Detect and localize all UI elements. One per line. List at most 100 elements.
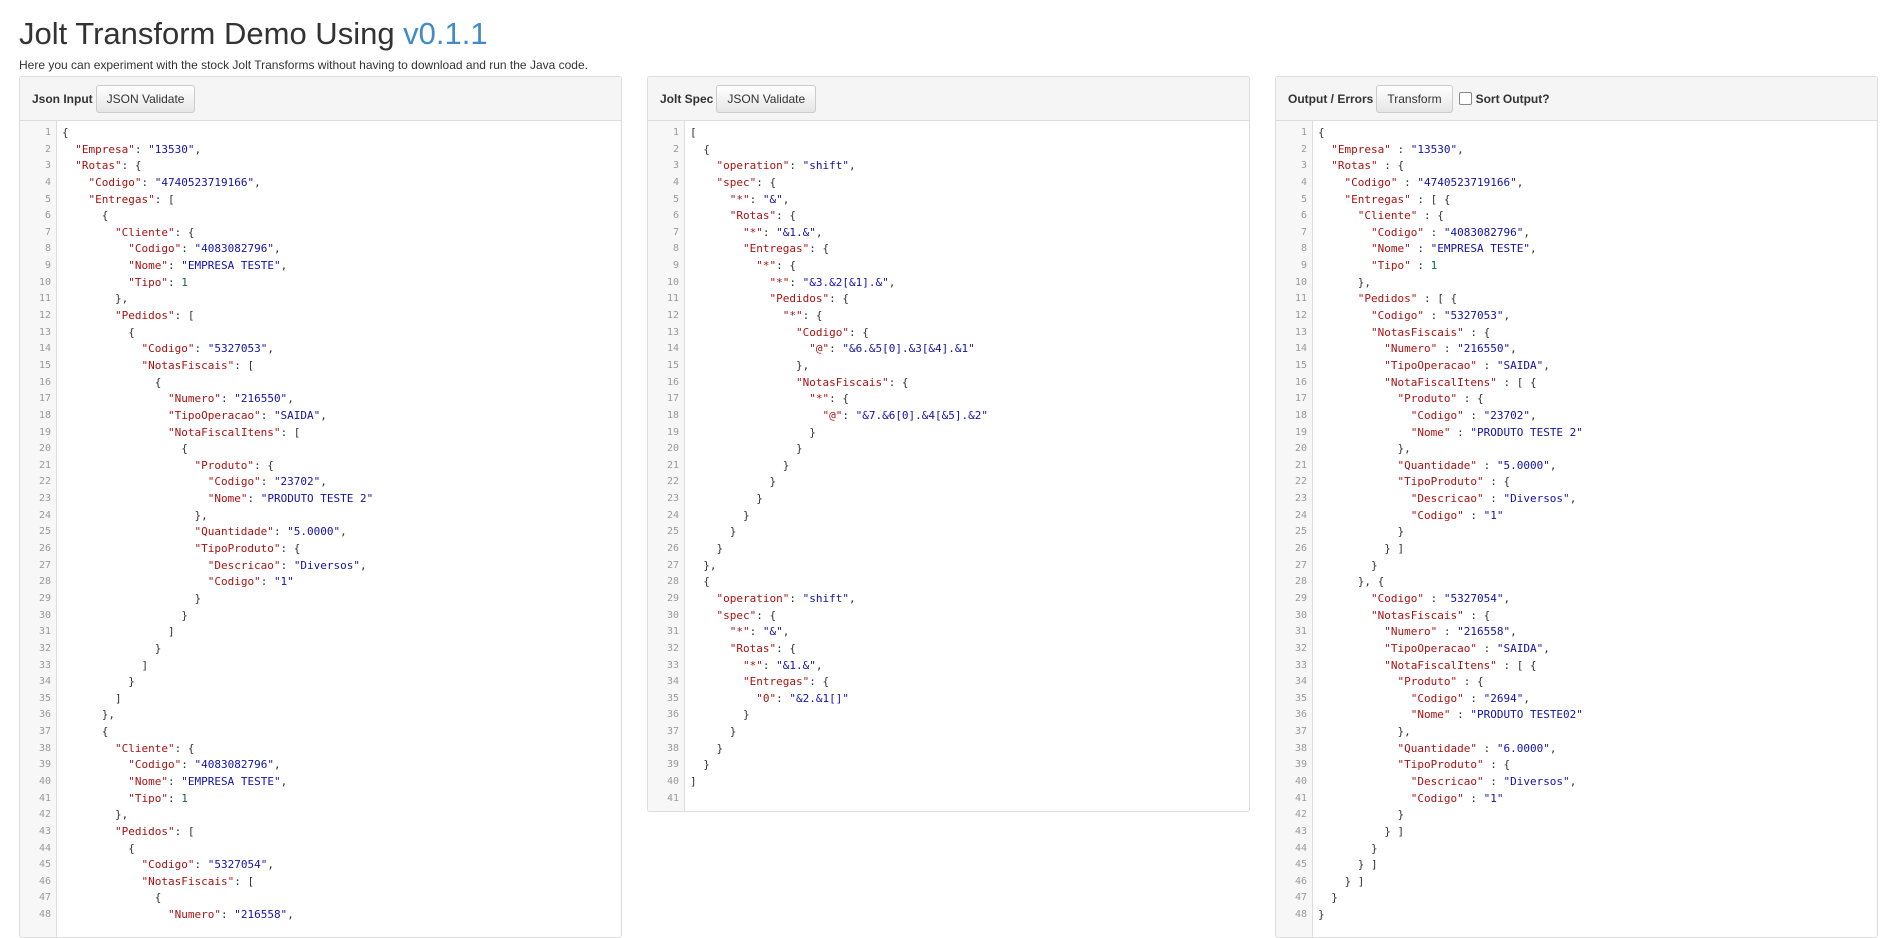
code-text[interactable]: "Cliente": { bbox=[62, 741, 194, 758]
code-text[interactable]: "operation": "shift", bbox=[690, 158, 856, 175]
sort-output-label[interactable]: Sort Output? bbox=[1476, 92, 1550, 106]
json-input-code-line[interactable]: 11 }, bbox=[20, 291, 621, 308]
code-text[interactable]: } bbox=[690, 474, 776, 491]
jolt-spec-code-line[interactable]: 39 } bbox=[648, 757, 1249, 774]
code-text[interactable]: }, bbox=[62, 508, 207, 525]
json-input-validate-button[interactable]: JSON Validate bbox=[95, 84, 196, 113]
output-code-line[interactable]: 23 "Descricao" : "Diversos", bbox=[1276, 491, 1877, 508]
code-text[interactable]: "Codigo": { bbox=[690, 325, 869, 342]
json-input-code-line[interactable]: 43 "Pedidos": [ bbox=[20, 824, 621, 841]
output-code-line[interactable]: 30 "NotasFiscais" : { bbox=[1276, 608, 1877, 625]
code-text[interactable]: "Empresa": "13530", bbox=[62, 142, 201, 159]
jolt-spec-code-line[interactable]: 27 }, bbox=[648, 558, 1249, 575]
code-text[interactable]: { bbox=[62, 325, 135, 342]
code-text[interactable]: { bbox=[690, 574, 710, 591]
code-text[interactable]: "Nome" : "PRODUTO TESTE 2" bbox=[1318, 425, 1583, 442]
json-input-code-line[interactable]: 3 "Rotas": { bbox=[20, 158, 621, 175]
jolt-spec-code-line[interactable]: 8 "Entregas": { bbox=[648, 241, 1249, 258]
json-input-code-line[interactable]: 30 } bbox=[20, 608, 621, 625]
code-text[interactable]: "TipoProduto": { bbox=[62, 541, 300, 558]
code-text[interactable]: "Produto": { bbox=[62, 458, 273, 475]
code-text[interactable]: "Quantidade" : "6.0000", bbox=[1318, 741, 1556, 758]
code-text[interactable]: } bbox=[1318, 841, 1378, 858]
code-text[interactable]: "Rotas": { bbox=[690, 208, 796, 225]
code-text[interactable]: "spec": { bbox=[690, 608, 777, 625]
code-text[interactable]: "NotasFiscais": [ bbox=[62, 358, 254, 375]
json-input-code-line[interactable]: 32 } bbox=[20, 641, 621, 658]
output-code-line[interactable]: 40 "Descricao" : "Diversos", bbox=[1276, 774, 1877, 791]
jolt-spec-code-line[interactable]: 5 "*": "&", bbox=[648, 192, 1249, 209]
code-text[interactable]: "Nome": "PRODUTO TESTE 2" bbox=[62, 491, 374, 508]
code-text[interactable]: "Codigo": "1" bbox=[62, 574, 294, 591]
code-text[interactable]: { bbox=[62, 441, 188, 458]
output-code-line[interactable]: 48} bbox=[1276, 907, 1877, 924]
output-code-line[interactable]: 36 "Nome" : "PRODUTO TESTE02" bbox=[1276, 707, 1877, 724]
code-text[interactable]: "Codigo" : "1" bbox=[1318, 791, 1504, 808]
json-input-code-line[interactable]: 26 "TipoProduto": { bbox=[20, 541, 621, 558]
code-text[interactable]: "Numero": "216550", bbox=[62, 391, 294, 408]
code-text[interactable]: "spec": { bbox=[690, 175, 777, 192]
json-input-code-line[interactable]: 6 { bbox=[20, 208, 621, 225]
code-text[interactable]: }, bbox=[1318, 724, 1410, 741]
code-text[interactable]: "Codigo": "5327054", bbox=[62, 857, 273, 874]
jolt-spec-code-line[interactable]: 10 "*": "&3.&2[&1].&", bbox=[648, 275, 1249, 292]
code-text[interactable]: ] bbox=[690, 774, 697, 791]
code-text[interactable]: "@": "&7.&6[0].&4[&5].&2" bbox=[690, 408, 988, 425]
code-text[interactable]: "*": { bbox=[690, 391, 849, 408]
output-code-line[interactable]: 28 }, { bbox=[1276, 574, 1877, 591]
code-text[interactable]: "Numero" : "216558", bbox=[1318, 624, 1516, 641]
code-text[interactable]: "Codigo": "5327053", bbox=[62, 341, 273, 358]
code-text[interactable]: } ] bbox=[1318, 857, 1378, 874]
code-text[interactable]: "Descricao": "Diversos", bbox=[62, 558, 367, 575]
jolt-spec-code-line[interactable]: 25 } bbox=[648, 524, 1249, 541]
code-text[interactable]: "Nome": "EMPRESA TESTE", bbox=[62, 774, 287, 791]
code-text[interactable]: } bbox=[690, 441, 803, 458]
jolt-spec-code-line[interactable]: 1[ bbox=[648, 125, 1249, 142]
code-text[interactable]: "Entregas": { bbox=[690, 674, 829, 691]
jolt-spec-code-line[interactable]: 19 } bbox=[648, 425, 1249, 442]
json-input-code-line[interactable]: 7 "Cliente": { bbox=[20, 225, 621, 242]
json-input-code-line[interactable]: 20 { bbox=[20, 441, 621, 458]
code-text[interactable]: "Entregas" : [ { bbox=[1318, 192, 1451, 209]
code-text[interactable]: "Descricao" : "Diversos", bbox=[1318, 774, 1577, 791]
json-input-code-line[interactable]: 27 "Descricao": "Diversos", bbox=[20, 558, 621, 575]
code-text[interactable]: } bbox=[690, 425, 816, 442]
code-text[interactable]: "Entregas": { bbox=[690, 241, 829, 258]
code-text[interactable]: { bbox=[62, 208, 109, 225]
json-input-code-line[interactable]: 35 ] bbox=[20, 691, 621, 708]
output-code-line[interactable]: 45 } ] bbox=[1276, 857, 1877, 874]
jolt-spec-code-line[interactable]: 36 } bbox=[648, 707, 1249, 724]
jolt-spec-code-line[interactable]: 22 } bbox=[648, 474, 1249, 491]
jolt-spec-code-line[interactable]: 35 "0": "&2.&1[]" bbox=[648, 691, 1249, 708]
code-text[interactable]: } bbox=[690, 741, 723, 758]
json-input-code-line[interactable]: 22 "Codigo": "23702", bbox=[20, 474, 621, 491]
jolt-spec-code-line[interactable]: 9 "*": { bbox=[648, 258, 1249, 275]
json-input-code-line[interactable]: 45 "Codigo": "5327054", bbox=[20, 857, 621, 874]
code-text[interactable]: "NotaFiscalItens" : [ { bbox=[1318, 375, 1536, 392]
code-text[interactable]: { bbox=[62, 724, 109, 741]
output-code-line[interactable]: 3 "Rotas" : { bbox=[1276, 158, 1877, 175]
code-text[interactable]: "Quantidade": "5.0000", bbox=[62, 524, 346, 541]
code-text[interactable]: } bbox=[690, 524, 737, 541]
jolt-spec-code-line[interactable]: 32 "Rotas": { bbox=[648, 641, 1249, 658]
sort-output-checkbox[interactable] bbox=[1458, 92, 1472, 105]
json-input-code-line[interactable]: 2 "Empresa": "13530", bbox=[20, 142, 621, 159]
output-code-line[interactable]: 39 "TipoProduto" : { bbox=[1276, 757, 1877, 774]
json-input-code-line[interactable]: 14 "Codigo": "5327053", bbox=[20, 341, 621, 358]
jolt-spec-code-line[interactable]: 21 } bbox=[648, 458, 1249, 475]
code-text[interactable]: "Codigo" : "4083082796", bbox=[1318, 225, 1530, 242]
code-text[interactable]: "NotasFiscais" : { bbox=[1318, 608, 1490, 625]
output-code-line[interactable]: 20 }, bbox=[1276, 441, 1877, 458]
json-input-code-line[interactable]: 47 { bbox=[20, 890, 621, 907]
jolt-spec-editor[interactable]: 1[2 {3 "operation": "shift", 4 "spec": {5… bbox=[648, 121, 1249, 811]
code-text[interactable]: { bbox=[690, 142, 710, 159]
json-input-code-line[interactable]: 4 "Codigo": "4740523719166", bbox=[20, 175, 621, 192]
jolt-spec-code-line[interactable]: 4 "spec": { bbox=[648, 175, 1249, 192]
code-text[interactable]: "Empresa" : "13530", bbox=[1318, 142, 1463, 159]
output-code-line[interactable]: 34 "Produto" : { bbox=[1276, 674, 1877, 691]
jolt-spec-code-line[interactable]: 34 "Entregas": { bbox=[648, 674, 1249, 691]
code-text[interactable]: } bbox=[62, 608, 188, 625]
code-text[interactable]: }, bbox=[62, 807, 128, 824]
code-text[interactable]: }, bbox=[1318, 275, 1371, 292]
json-input-code-line[interactable]: 8 "Codigo": "4083082796", bbox=[20, 241, 621, 258]
